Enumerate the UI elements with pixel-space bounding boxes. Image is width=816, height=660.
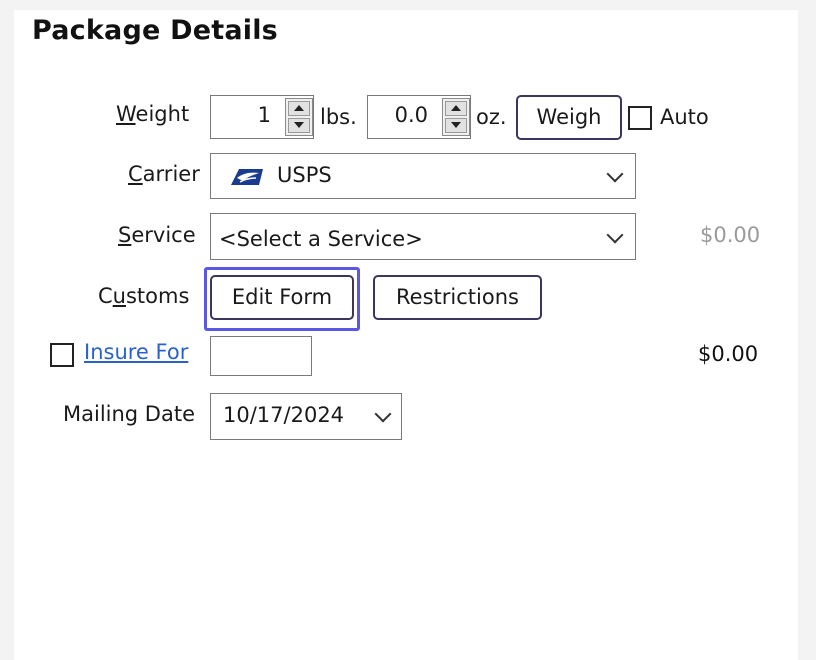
auto-checkbox[interactable] <box>628 106 652 130</box>
spin-down-button[interactable] <box>288 118 310 133</box>
service-price: $0.00 <box>700 223 761 247</box>
weight-lbs-spinner[interactable] <box>285 98 313 136</box>
spin-up-button[interactable] <box>445 101 467 116</box>
carrier-label: Carrier <box>128 162 200 186</box>
insure-checkbox[interactable] <box>50 343 74 367</box>
spin-up-button[interactable] <box>288 101 310 116</box>
arrow-down-icon <box>294 122 304 128</box>
insure-price: $0.00 <box>698 342 759 366</box>
page-title: Package Details <box>32 15 278 46</box>
weight-oz-value: 0.0 <box>394 103 428 127</box>
service-label: Service <box>118 223 196 247</box>
oz-unit-label: oz. <box>476 105 507 129</box>
carrier-select[interactable]: USPS <box>210 153 636 199</box>
carrier-value: USPS <box>277 163 332 187</box>
weigh-button[interactable]: Weigh <box>516 95 622 140</box>
service-value: <Select a Service> <box>219 227 423 251</box>
restrictions-button[interactable]: Restrictions <box>373 275 542 320</box>
arrow-up-icon <box>294 105 304 111</box>
insure-amount-input[interactable] <box>210 336 312 376</box>
weight-label: Weight <box>116 102 190 126</box>
chevron-down-icon <box>374 405 392 423</box>
usps-eagle-icon <box>231 169 263 185</box>
service-select[interactable]: <Select a Service> <box>210 213 636 260</box>
weight-oz-spinner[interactable] <box>442 98 470 136</box>
auto-label: Auto <box>660 105 709 129</box>
insure-for-link[interactable]: Insure For <box>84 340 188 364</box>
weight-lbs-value: 1 <box>257 103 271 127</box>
arrow-down-icon <box>451 122 461 128</box>
spin-down-button[interactable] <box>445 118 467 133</box>
chevron-down-icon <box>606 165 624 183</box>
arrow-up-icon <box>451 105 461 111</box>
mailing-date-value: 10/17/2024 <box>223 403 345 427</box>
mailing-date-picker[interactable]: 10/17/2024 <box>210 393 402 440</box>
weight-lbs-input[interactable]: 1 <box>210 95 314 139</box>
customs-label: Customs <box>98 284 190 308</box>
mailing-date-label: Mailing Date <box>63 402 195 426</box>
lbs-unit-label: lbs. <box>320 105 357 129</box>
chevron-down-icon <box>606 226 624 244</box>
weight-oz-input[interactable]: 0.0 <box>367 95 471 139</box>
edit-form-button[interactable]: Edit Form <box>210 275 354 320</box>
